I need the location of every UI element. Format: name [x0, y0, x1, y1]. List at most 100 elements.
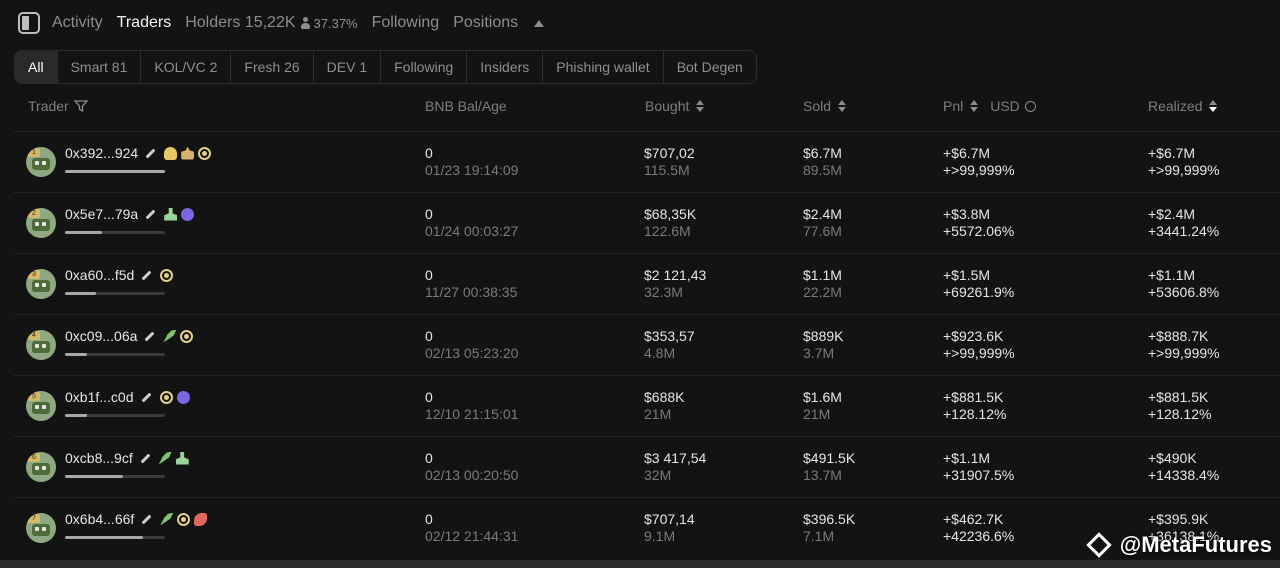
table-row[interactable]: 3 0xa60...f5d 0 11/27 00:38:35 $2 121,43 32.3…: [14, 253, 1280, 314]
pnl-usd: +$923.6K: [943, 328, 1004, 344]
leaf-tag-icon: [158, 451, 172, 465]
watermark-text: @MetaFutures: [1119, 532, 1272, 557]
edit-icon[interactable]: [140, 453, 151, 463]
bought-usd: $3 417,54: [644, 450, 707, 466]
filter-chip[interactable]: DEV 1: [314, 51, 382, 83]
pnl-cell: +$3.8M +5572.06%: [943, 206, 1014, 240]
edit-icon[interactable]: [145, 148, 156, 158]
edit-icon[interactable]: [141, 270, 152, 280]
bought-amount: 21M: [644, 406, 672, 422]
target-tag-icon: [180, 329, 194, 343]
filter-chip[interactable]: KOL/VC 2: [141, 51, 232, 83]
target-tag-icon: [160, 268, 174, 282]
edit-icon[interactable]: [144, 331, 155, 341]
avatar[interactable]: 3: [26, 269, 56, 299]
rank-badge: 6: [28, 453, 40, 462]
watermark: @MetaFutures: [1086, 532, 1272, 558]
col-sold[interactable]: Sold: [803, 98, 847, 114]
filter-chip[interactable]: Smart 81: [58, 51, 142, 83]
wallet-address[interactable]: 0xc09...06a: [65, 328, 137, 344]
binance-logo-icon: [1086, 532, 1112, 558]
wallet-address[interactable]: 0xcb8...9cf: [65, 450, 133, 466]
sidebar-toggle-icon[interactable]: [18, 12, 40, 34]
filter-chip[interactable]: Fresh 26: [231, 51, 314, 83]
sort-icon[interactable]: [838, 100, 847, 112]
age: 02/12 21:44:31: [425, 528, 519, 544]
edit-icon[interactable]: [141, 392, 151, 402]
avatar[interactable]: 7: [26, 513, 56, 543]
collapse-caret-icon[interactable]: [534, 19, 545, 27]
edit-icon[interactable]: [145, 209, 156, 219]
avatar[interactable]: 2: [26, 208, 56, 238]
tab-traders[interactable]: Traders: [117, 14, 172, 32]
col-bought[interactable]: Bought: [645, 98, 705, 114]
pnl-percent: +5572.06%: [943, 223, 1015, 239]
age: 02/13 05:23:20: [425, 345, 519, 361]
avatar[interactable]: 1: [26, 147, 56, 177]
table-row[interactable]: 4 0xc09...06a 0 02/13 05:23:20 $353,57 4.8M $8…: [14, 314, 1280, 375]
filter-chip[interactable]: Insiders: [467, 51, 544, 83]
table-row[interactable]: 5 0xb1f...c0d 0 12/10 21:15:01 $688K 21M $1.6M…: [14, 375, 1280, 436]
avatar[interactable]: 4: [26, 330, 56, 360]
edit-icon[interactable]: [141, 514, 152, 524]
sold-usd: $491.5K: [803, 450, 856, 466]
realized-cell: +$881.5K +128.12%: [1148, 389, 1211, 423]
wallet-address[interactable]: 0x392...924: [65, 145, 138, 161]
bought-amount: 122.6M: [644, 223, 691, 239]
rank-badge: 3: [28, 270, 40, 279]
usd-toggle[interactable]: USD: [990, 98, 1020, 114]
avatar[interactable]: 5: [26, 391, 56, 421]
bought-usd: $688K: [644, 389, 685, 405]
filter-chip[interactable]: All: [15, 51, 58, 83]
bought-amount: 32.3M: [644, 284, 683, 300]
pnl-percent: +69261.9%: [943, 284, 1015, 300]
bnb-balance: 0: [425, 389, 433, 405]
sold-usd: $396.5K: [803, 511, 856, 527]
col-pnl[interactable]: Pnl USD: [943, 98, 1036, 114]
sort-icon[interactable]: [1209, 100, 1218, 112]
sold-amount: 13.7M: [803, 467, 842, 483]
age: 11/27 00:38:35: [425, 284, 518, 300]
filter-chip[interactable]: Following: [381, 51, 468, 83]
bal-age-cell: 0 01/23 19:14:09: [425, 145, 518, 179]
filter-chip[interactable]: Phishing wallet: [543, 51, 664, 83]
sort-icon[interactable]: [970, 100, 979, 112]
currency-switch-icon[interactable]: [1024, 100, 1036, 112]
age: 02/13 00:20:50: [425, 467, 519, 483]
realized-usd: +$2.4M: [1148, 206, 1196, 222]
pnl-cell: +$923.6K +>99,999%: [943, 328, 1015, 362]
filter-chip[interactable]: Bot Degen: [664, 51, 756, 83]
col-pnl-label: Pnl: [943, 98, 964, 114]
bought-cell: $3 417,54 32M: [644, 450, 706, 484]
pnl-percent: +>99,999%: [943, 345, 1015, 361]
bottom-scrollbar[interactable]: [0, 560, 1280, 568]
pnl-percent: +42236.6%: [943, 528, 1015, 544]
bal-age-cell: 0 12/10 21:15:01: [425, 389, 518, 423]
realized-percent: +3441.24%: [1148, 223, 1220, 239]
tab-positions[interactable]: Positions: [453, 14, 518, 32]
holders-label: Holders: [185, 14, 241, 31]
rank-badge: 1: [28, 148, 40, 157]
tab-following[interactable]: Following: [372, 14, 440, 32]
table-row[interactable]: 6 0xcb8...9cf 0 02/13 00:20:50 $3 417,54 32M $…: [14, 436, 1280, 497]
tab-activity[interactable]: Activity: [52, 14, 103, 32]
filter-icon[interactable]: [73, 99, 88, 113]
age: 01/23 19:14:09: [425, 162, 519, 178]
bot-tag-icon: [181, 207, 195, 221]
wallet-address[interactable]: 0xa60...f5d: [65, 267, 134, 283]
col-realized[interactable]: Realized: [1148, 98, 1218, 114]
sold-cell: $491.5K 13.7M: [803, 450, 855, 484]
pnl-percent: +128.12%: [943, 406, 1007, 422]
wallet-address[interactable]: 0x6b4...66f: [65, 511, 134, 527]
wallet-address[interactable]: 0xb1f...c0d: [65, 389, 134, 405]
avatar[interactable]: 6: [26, 452, 56, 482]
bal-age-cell: 0 11/27 00:38:35: [425, 267, 517, 301]
bought-usd: $2 121,43: [644, 267, 707, 283]
tab-holders[interactable]: Holders 15,22K 37.37%: [185, 14, 357, 32]
table-row[interactable]: 1 0x392...924 0 01/23 19:14:09 $707,02 115.5M…: [14, 131, 1280, 192]
sort-icon[interactable]: [696, 100, 705, 112]
bought-amount: 32M: [644, 467, 672, 483]
table-row[interactable]: 2 0x5e7...79a 0 01/24 00:03:27 $68,35K 122.6M…: [14, 192, 1280, 253]
wallet-address[interactable]: 0x5e7...79a: [65, 206, 138, 222]
bnb-balance: 0: [425, 145, 433, 161]
